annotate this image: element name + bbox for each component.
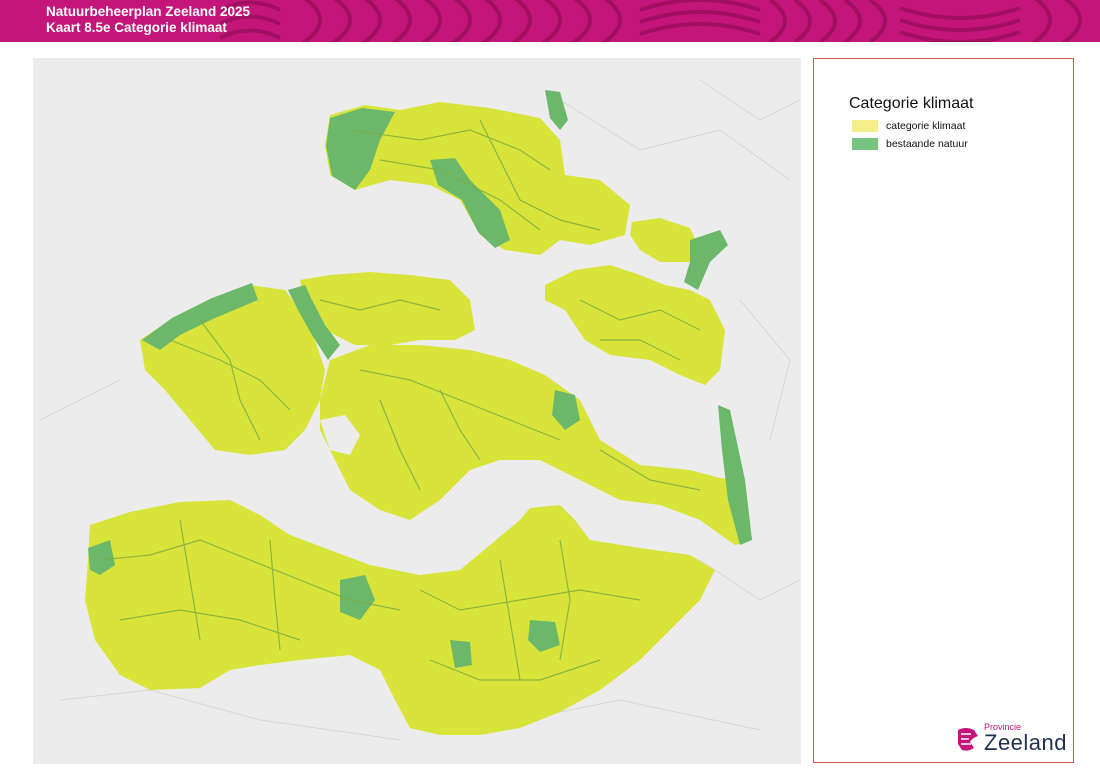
nature-zone-neeltje-jans <box>545 90 568 130</box>
zeeland-lion-icon <box>958 728 978 751</box>
legend-item-bestaande-natuur: bestaande natuur <box>852 137 968 151</box>
plan-title: Natuurbeheerplan Zeeland 2025 <box>46 4 251 19</box>
island-sint-philipsland <box>630 218 700 262</box>
logo-big-text: Zeeland <box>984 730 1068 755</box>
legend-label-categorie-klimaat: categorie klimaat <box>886 120 966 132</box>
legend-panel: Categorie klimaat categorie klimaat best… <box>813 58 1074 763</box>
legend-swatch-categorie-klimaat <box>852 120 878 132</box>
map-panel <box>33 58 801 764</box>
header-titles: Natuurbeheerplan Zeeland 2025 Kaart 8.5e… <box>46 4 250 36</box>
legend-title: Categorie klimaat <box>849 95 974 112</box>
header-banner: Natuurbeheerplan Zeeland 2025 Kaart 8.5e… <box>0 0 1100 42</box>
legend-label-bestaande-natuur: bestaande natuur <box>886 138 968 150</box>
map-title: Kaart 8.5e Categorie klimaat <box>46 20 227 35</box>
legend-swatch-bestaande-natuur <box>852 138 878 150</box>
provincie-zeeland-logo: Provincie Zeeland <box>956 723 1067 754</box>
legend-item-categorie-klimaat: categorie klimaat <box>852 119 965 133</box>
map-canvas <box>39 79 801 741</box>
